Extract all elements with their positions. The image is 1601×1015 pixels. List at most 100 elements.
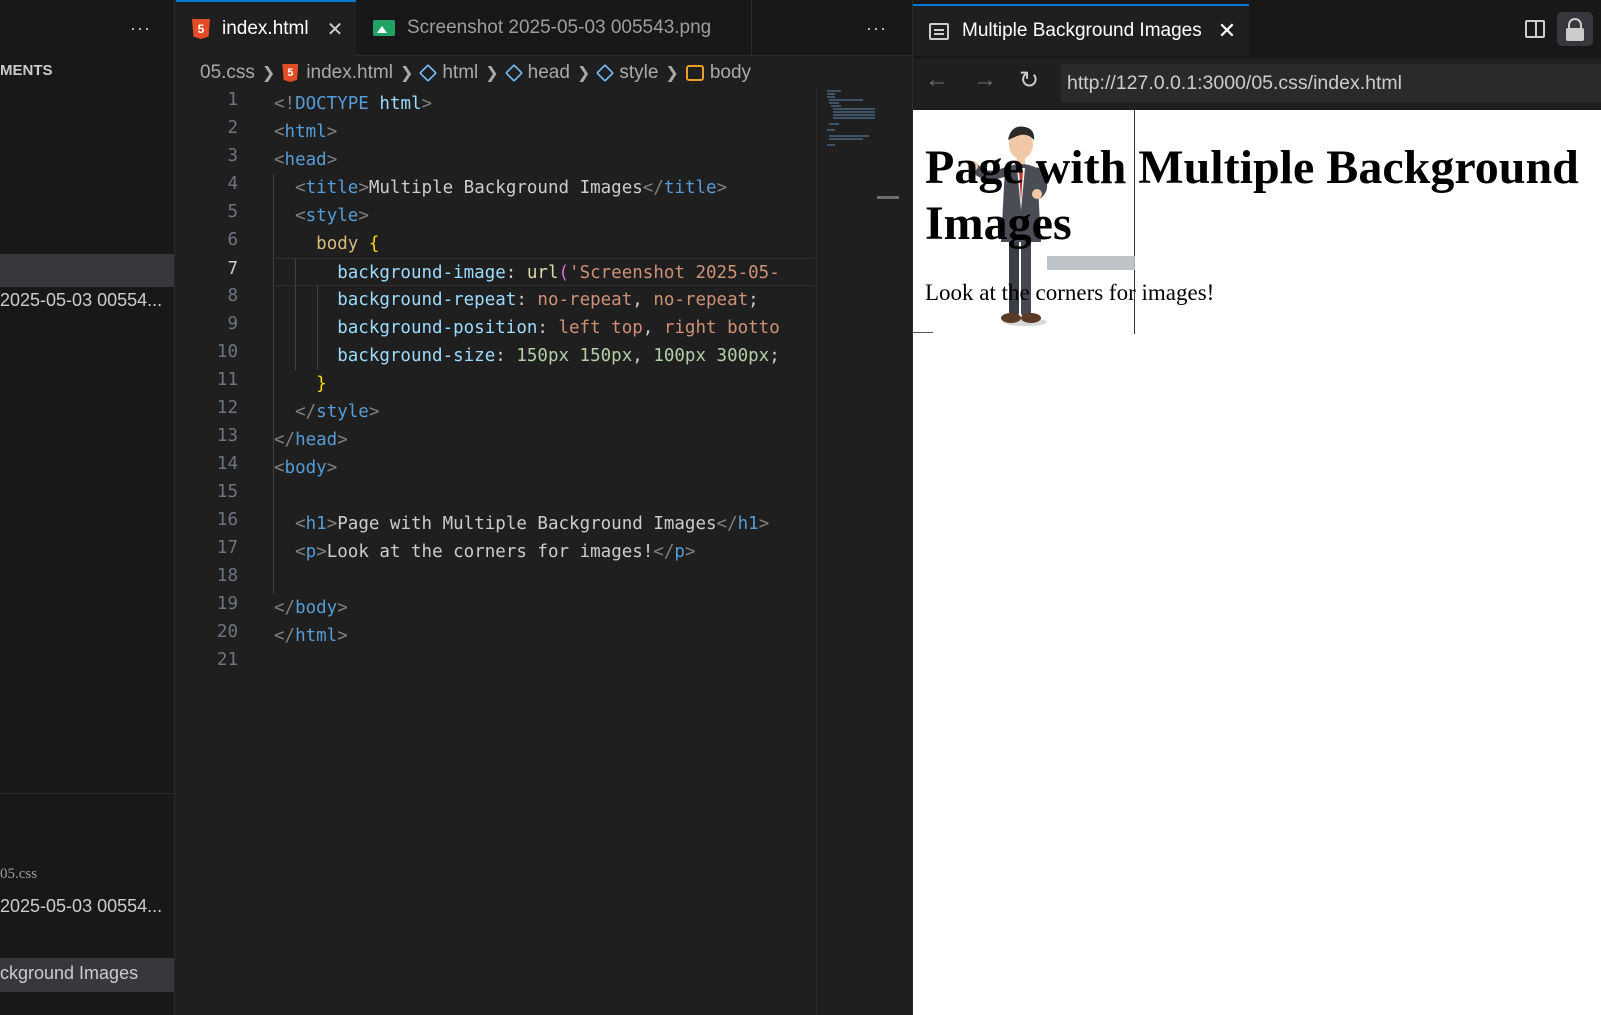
reload-icon[interactable]: ↻ bbox=[1019, 66, 1039, 95]
code-token: title bbox=[305, 178, 359, 198]
split-editor-icon[interactable] bbox=[1525, 20, 1545, 38]
sidebar-section-title[interactable]: MENTS bbox=[0, 62, 53, 79]
code-area[interactable]: 1 <!DOCTYPE html> 2 <html> 3 <head> 4 <titl… bbox=[176, 90, 826, 990]
breadcrumb-item-head[interactable]: head bbox=[528, 62, 570, 84]
code-token: DOCTYPE bbox=[295, 94, 369, 114]
breadcrumb-item-folder[interactable]: 05.css bbox=[200, 62, 255, 84]
code-line: 19 </body> bbox=[176, 594, 826, 622]
code-token: right botto bbox=[663, 318, 780, 338]
close-icon[interactable]: ✕ bbox=[1218, 18, 1236, 44]
chevron-right-icon: ❯ bbox=[576, 65, 591, 82]
explorer-sidebar: ··· MENTS 2025-05-03 00554... 05.css 202… bbox=[0, 0, 175, 1015]
code-token: </ bbox=[274, 598, 296, 618]
minimap-line bbox=[831, 105, 841, 107]
code-token: < bbox=[295, 514, 306, 534]
sidebar-item-page[interactable]: ckground Images bbox=[0, 963, 172, 984]
code-line: 12 </style> bbox=[176, 398, 826, 426]
line-number: 21 bbox=[216, 650, 238, 670]
code-token: </ bbox=[716, 514, 738, 534]
code-token: Multiple Background Images bbox=[368, 178, 643, 198]
code-token: </ bbox=[274, 626, 296, 646]
code-token: 150px 150px bbox=[516, 346, 633, 366]
sidebar-more-icon[interactable]: ··· bbox=[130, 18, 151, 39]
code-token: no-repeat bbox=[537, 290, 633, 310]
line-number: 4 bbox=[227, 174, 238, 194]
code-token: body bbox=[295, 598, 338, 618]
chevron-right-icon: ❯ bbox=[261, 65, 276, 82]
code-token: style bbox=[305, 206, 359, 226]
element-cube-icon bbox=[419, 63, 438, 83]
code-token: head bbox=[295, 430, 338, 450]
chevron-right-icon: ❯ bbox=[665, 65, 679, 82]
minimap[interactable] bbox=[816, 88, 912, 1015]
code-token: < bbox=[295, 178, 306, 198]
code-token: <! bbox=[274, 94, 296, 114]
lock-group-button[interactable] bbox=[1557, 12, 1593, 46]
code-token: > bbox=[716, 178, 728, 198]
forward-arrow-icon[interactable]: → bbox=[973, 66, 997, 94]
code-token: url bbox=[526, 263, 559, 283]
minimap-line bbox=[833, 108, 875, 110]
code-token: } bbox=[316, 374, 327, 394]
minimap-line bbox=[829, 123, 839, 125]
code-token: background-image bbox=[337, 263, 506, 283]
code-token: ; bbox=[769, 346, 780, 366]
code-token: </ bbox=[295, 402, 317, 422]
code-line: 16 <h1>Page with Multiple Background Ima… bbox=[176, 510, 826, 538]
line-number: 2 bbox=[227, 118, 238, 138]
lock-icon-body bbox=[1566, 28, 1584, 41]
minimap-scrollbar[interactable] bbox=[877, 196, 899, 199]
breadcrumb-item-body[interactable]: body bbox=[710, 62, 751, 84]
minimap-line bbox=[827, 96, 835, 98]
code-token: : bbox=[505, 263, 527, 283]
minimap-line bbox=[833, 111, 875, 113]
code-token: , bbox=[632, 346, 654, 366]
code-token: head bbox=[284, 150, 327, 170]
code-token: </ bbox=[642, 178, 664, 198]
code-line: 11 } bbox=[176, 370, 826, 398]
code-token: < bbox=[274, 458, 285, 478]
code-token: > bbox=[421, 94, 433, 114]
code-token: title bbox=[663, 178, 717, 198]
sidebar-item-screenshot[interactable]: 2025-05-03 00554... bbox=[0, 290, 172, 311]
tab-screenshot-png[interactable]: Screenshot 2025-05-03 005543.png bbox=[357, 0, 752, 56]
line-number: 10 bbox=[216, 342, 238, 362]
code-token: html bbox=[379, 94, 422, 114]
tab-browser-preview[interactable]: Multiple Background Images ✕ bbox=[913, 4, 1249, 56]
sidebar-selected-row[interactable] bbox=[0, 254, 174, 287]
breadcrumb-item-html[interactable]: html bbox=[442, 62, 478, 84]
breadcrumb-item-file[interactable]: index.html bbox=[306, 62, 393, 84]
minimap-line bbox=[829, 102, 839, 104]
tab-index-html[interactable]: 5 index.html ✕ bbox=[176, 0, 356, 56]
code-token: </ bbox=[653, 542, 675, 562]
code-token: background-position bbox=[337, 318, 538, 338]
image-edge bbox=[913, 332, 933, 333]
url-input[interactable] bbox=[1061, 64, 1601, 102]
code-token: > bbox=[358, 178, 369, 198]
element-cube-icon bbox=[596, 63, 615, 83]
line-number: 20 bbox=[216, 622, 238, 642]
code-token: > bbox=[337, 598, 348, 618]
code-token: body bbox=[316, 234, 359, 254]
chevron-right-icon: ❯ bbox=[399, 65, 414, 82]
sidebar-item-folder[interactable]: 05.css bbox=[0, 866, 37, 883]
code-token: < bbox=[295, 206, 306, 226]
back-arrow-icon[interactable]: ← bbox=[925, 66, 949, 94]
code-line: 5 <style> bbox=[176, 202, 826, 230]
close-icon[interactable]: ✕ bbox=[327, 17, 344, 42]
line-number: 12 bbox=[216, 398, 238, 418]
line-number: 1 bbox=[227, 90, 238, 110]
line-number: 14 bbox=[216, 454, 238, 474]
code-line-current: 7 background-image: url('Screenshot 2025… bbox=[227, 258, 815, 286]
code-line: 14 <body> bbox=[176, 454, 826, 482]
breadcrumb-item-style[interactable]: style bbox=[619, 62, 658, 84]
code-token: background-repeat bbox=[337, 290, 517, 310]
line-number: 3 bbox=[227, 146, 238, 166]
code-line: 3 <head> bbox=[176, 146, 826, 174]
editor-more-icon[interactable]: ··· bbox=[866, 18, 887, 39]
sidebar-item-screenshot-2[interactable]: 2025-05-03 00554... bbox=[0, 896, 172, 917]
line-number: 18 bbox=[216, 566, 238, 586]
code-line: 20 </html> bbox=[176, 622, 826, 650]
code-line: 4 <title>Multiple Background Images</tit… bbox=[176, 174, 826, 202]
tab-label: Screenshot 2025-05-03 005543.png bbox=[407, 17, 712, 38]
